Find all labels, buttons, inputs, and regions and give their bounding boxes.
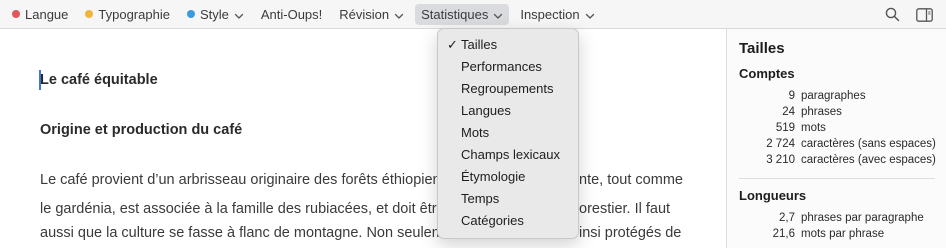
statistics-menu: ✓ Tailles Performances Regroupements Langues… [437,28,579,239]
toolbar-item-label: Révision [339,6,390,22]
stat-value: 24 [782,106,795,118]
menu-item-label: Tailles [461,37,498,52]
toolbar-item-anti-oups[interactable]: Anti-Oups! [255,4,328,25]
chevron-down-icon [394,9,404,19]
menu-item-5[interactable]: Champs lexicaux [438,144,578,166]
document-heading: Origine et production du café [40,122,243,138]
sidebar-section-title: Longueurs [739,188,807,203]
checkmark-icon: ✓ [447,37,458,52]
paragraph-line: Le café provient d’un arbrisseau origina… [40,172,457,188]
toolbar-item-inspection[interactable]: Inspection [514,4,600,25]
menu-item-label: Champs lexicaux [461,147,560,162]
paragraph-line-tail: insi protégés de [579,225,682,241]
menu-item-label: Regroupements [461,81,554,96]
document-title: Le café équitable [40,72,158,88]
menu-item-2[interactable]: Regroupements [438,78,578,100]
menu-item-3[interactable]: Langues [438,100,578,122]
stat-value: 519 [775,122,795,134]
stat-value: 3 210 [766,154,795,166]
stat-row: 3 210 caractères (avec espaces) [727,154,946,170]
paragraph-line: le gardénia, est associée à la famille d… [40,201,456,217]
status-dot-icon [186,10,195,18]
toolbar-right [882,0,946,29]
toolbar-item-typographie[interactable]: Typographie [79,4,176,25]
menu-item-label: Langues [461,103,511,118]
toolbar-item-label: Anti-Oups! [260,6,323,22]
toolbar-item-langue[interactable]: Langue [6,4,74,25]
stat-value: 21,6 [772,228,795,240]
menu-item-label: Étymologie [461,169,526,184]
toolbar-item-label: Style [199,6,229,22]
menu-item-8[interactable]: Catégories [438,210,578,232]
document-editor[interactable]: Le café équitable Origine et production … [0,29,726,248]
stat-value: 2 724 [766,138,795,150]
sidebar-title: Tailles [739,40,785,57]
sidebar-toggle-icon[interactable] [914,5,934,25]
menu-item-1[interactable]: Performances [438,56,578,78]
toolbar-item-style[interactable]: Style [181,4,250,25]
stat-label: caractères (avec espaces) [801,154,936,166]
stat-label: phrases [801,106,842,118]
stat-label: caractères (sans espaces) [801,138,936,150]
chevron-down-icon [585,9,595,19]
stat-label: phrases par paragraphe [801,212,924,224]
statistics-sidebar: Tailles Comptes 9 paragraphes 24 phrases 519 m… [726,29,946,248]
stat-row: 24 phrases [727,106,946,122]
menu-item-label: Temps [461,191,500,206]
stat-label: paragraphes [801,90,866,102]
chevron-down-icon [493,9,503,19]
toolbar-items: Langue Typographie Style Anti-Oups! Révision… [6,3,606,25]
toolbar-item-label: Typographie [98,6,170,22]
toolbar: Langue Typographie Style Anti-Oups! Révision… [0,0,946,29]
menu-item-7[interactable]: Temps [438,188,578,210]
paragraph-line: aussi que la culture se fasse à flanc de… [40,225,452,241]
stat-row: 9 paragraphes [727,90,946,106]
menu-item-label: Mots [461,125,490,140]
stat-row: 2 724 caractères (sans espaces) [727,138,946,154]
stat-value: 9 [788,90,795,102]
stat-row: 2,7 phrases par paragraphe [727,212,946,228]
menu-item-label: Performances [461,59,542,74]
search-icon[interactable] [882,5,902,25]
toolbar-item-statistiques[interactable]: Statistiques [415,3,510,25]
menu-items: ✓ Tailles Performances Regroupements Langues… [438,34,578,232]
menu-item-0[interactable]: ✓ Tailles [438,34,578,56]
toolbar-item-label: Inspection [520,6,580,22]
toolbar-item-r-vision[interactable]: Révision [333,4,410,25]
status-dot-icon [12,10,20,18]
chevron-down-icon [234,9,244,19]
stat-label: mots [801,122,826,134]
sidebar-section-title: Comptes [739,66,795,81]
stat-value: 2,7 [779,212,795,224]
toolbar-item-label: Statistiques [421,6,489,22]
stat-row: 21,6 mots par phrase [727,228,946,244]
stat-row: 519 mots [727,122,946,138]
status-dot-icon [85,10,94,18]
paragraph-line-tail: orestier. Il faut [579,201,671,217]
toolbar-item-label: Langue [25,6,69,22]
section-divider [739,178,935,179]
menu-item-4[interactable]: Mots [438,122,578,144]
paragraph-line-tail: nte, tout comme [579,172,683,188]
menu-item-6[interactable]: Étymologie [438,166,578,188]
stat-label: mots par phrase [801,228,885,240]
menu-item-label: Catégories [461,213,524,228]
